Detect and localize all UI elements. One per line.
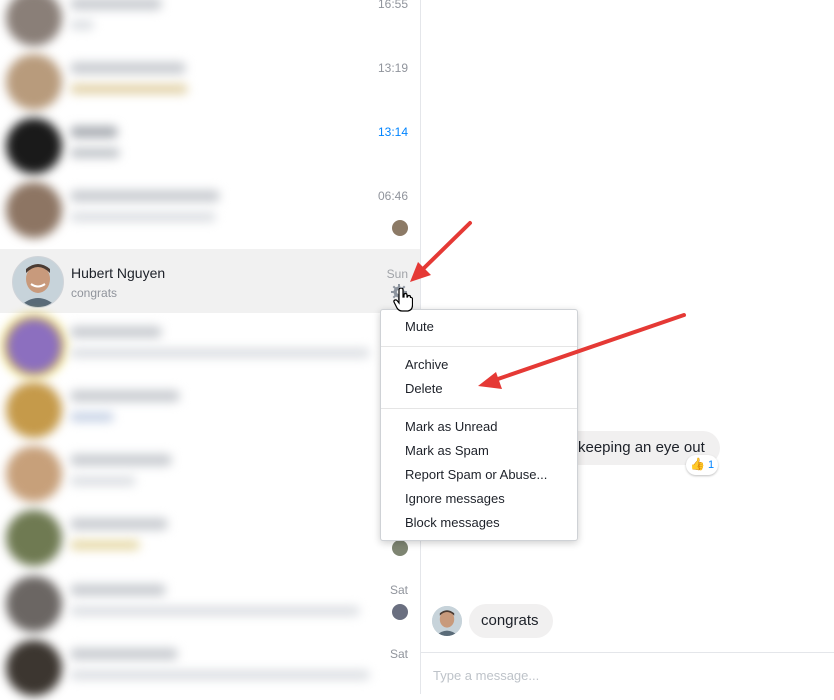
menu-item-archive[interactable]: Archive <box>405 357 448 372</box>
message-bubble[interactable]: congrats <box>469 604 553 638</box>
conversation-row[interactable]: 06:46 <box>0 178 420 242</box>
message-composer <box>421 652 834 695</box>
avatar <box>6 510 62 566</box>
thumbs-up-icon: 👍 <box>690 457 705 471</box>
hand-cursor-icon <box>393 287 414 312</box>
avatar <box>6 318 62 374</box>
contact-name: Hubert Nguyen <box>71 265 166 281</box>
avatar <box>6 640 62 696</box>
avatar <box>6 182 62 238</box>
contact-name <box>70 518 168 530</box>
message-snippet <box>70 348 370 358</box>
conversation-row[interactable] <box>0 442 420 506</box>
message-snippet <box>70 212 216 222</box>
conversation-list: 16:55 13:19 13:14 06:46 Hubert Nguyen co… <box>0 0 421 696</box>
conversation-time: 16:55 <box>377 0 408 11</box>
message-snippet <box>70 20 94 30</box>
conversation-time: Sat <box>389 647 408 661</box>
conversation-row[interactable]: 13:14 <box>0 114 420 178</box>
message-snippet <box>70 540 140 550</box>
contact-name <box>70 0 162 10</box>
message-text: congrats <box>481 612 539 629</box>
menu-item-mute[interactable]: Mute <box>405 319 434 334</box>
conversation-row[interactable]: 16:55 <box>0 0 420 50</box>
reaction-count: 1 <box>708 459 715 471</box>
contact-name <box>70 326 162 338</box>
avatar <box>6 576 62 632</box>
contact-name <box>70 190 220 202</box>
conversation-row[interactable]: Sat <box>0 572 420 636</box>
contact-name <box>70 454 172 466</box>
avatar <box>6 382 62 438</box>
avatar <box>6 118 62 174</box>
conversation-time: 06:46 <box>377 189 408 203</box>
conversation-row[interactable] <box>0 378 420 442</box>
menu-item-ignore-messages[interactable]: Ignore messages <box>405 491 505 506</box>
avatar <box>6 0 62 46</box>
message-snippet <box>70 606 360 616</box>
message-snippet <box>70 84 188 94</box>
read-receipt-avatar <box>392 604 408 620</box>
contact-name <box>70 648 178 660</box>
message-input[interactable] <box>431 663 815 687</box>
contact-name <box>70 62 186 74</box>
conversation-time: 13:14 <box>377 125 408 139</box>
conversation-row[interactable]: 13:19 <box>0 50 420 114</box>
message-snippet: congrats <box>71 286 118 300</box>
menu-item-delete[interactable]: Delete <box>405 381 443 396</box>
sender-avatar <box>432 606 462 636</box>
read-receipt-avatar <box>392 220 408 236</box>
menu-item-mark-unread[interactable]: Mark as Unread <box>405 419 497 434</box>
contact-name <box>70 584 166 596</box>
conversation-time: 13:19 <box>377 61 408 75</box>
contact-name <box>70 126 118 138</box>
contact-name <box>70 390 180 402</box>
message-snippet <box>70 670 370 680</box>
menu-divider <box>381 346 577 347</box>
conversation-row-selected[interactable]: Hubert Nguyen congrats Sun <box>0 249 420 313</box>
conversation-time: Sat <box>389 583 408 597</box>
avatar <box>6 54 62 110</box>
menu-item-report-spam[interactable]: Report Spam or Abuse... <box>405 467 547 482</box>
message-snippet <box>70 412 114 422</box>
avatar <box>12 256 64 308</box>
conversation-time: Sun <box>386 267 408 281</box>
conversation-context-menu: Mute Archive Delete Mark as Unread Mark … <box>380 309 578 541</box>
conversation-row[interactable] <box>0 506 420 570</box>
menu-item-block-messages[interactable]: Block messages <box>405 515 500 530</box>
menu-divider <box>381 408 577 409</box>
conversation-row[interactable] <box>0 314 420 378</box>
message-snippet <box>70 148 120 158</box>
conversation-row[interactable]: Sat <box>0 636 420 700</box>
reaction-badge[interactable]: 👍 1 <box>686 455 718 475</box>
message-text: keeping an eye out <box>578 439 705 456</box>
menu-item-mark-spam[interactable]: Mark as Spam <box>405 443 489 458</box>
avatar <box>6 446 62 502</box>
message-snippet <box>70 476 136 486</box>
read-receipt-avatar <box>392 540 408 556</box>
